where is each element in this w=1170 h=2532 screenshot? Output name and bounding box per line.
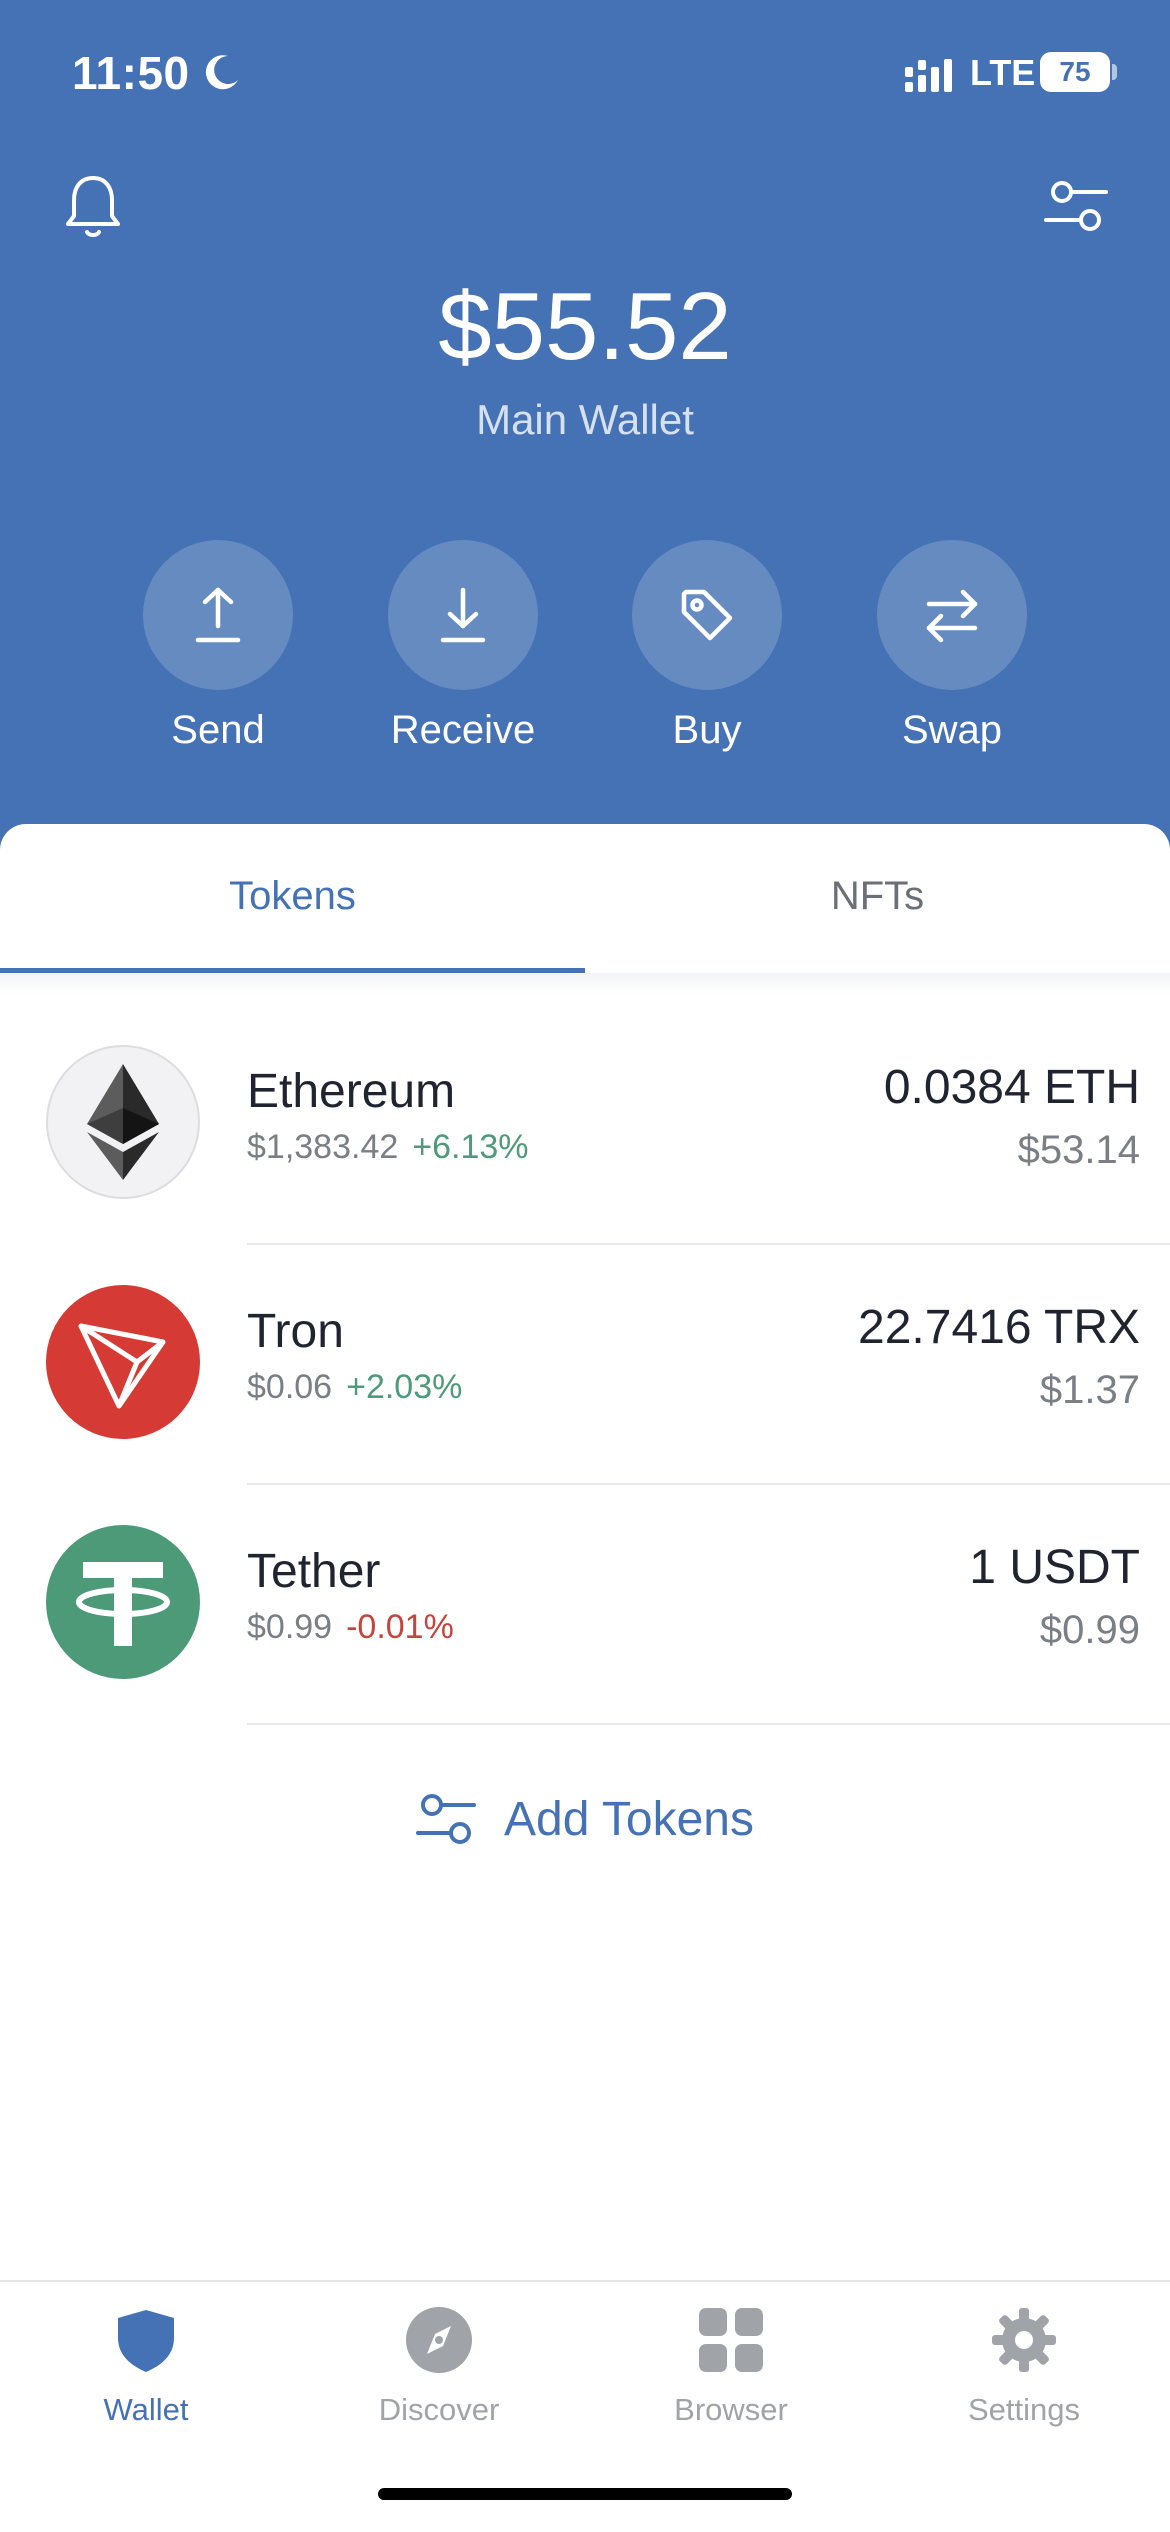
tether-icon [46,1525,200,1679]
row-divider [247,1723,1170,1725]
token-row-tether[interactable]: Tether $0.99 -0.01% 1 USDT $0.99 [0,1484,1170,1725]
token-price-line: $1,383.42 +6.13% [247,1128,529,1167]
tab-nfts[interactable]: NFTs [585,874,1170,919]
token-row-tron[interactable]: Tron $0.06 +2.03% 22.7416 TRX $1.37 [0,1244,1170,1485]
bell-icon[interactable] [60,170,126,242]
token-value: $0.99 [1039,1608,1140,1652]
token-row-ethereum[interactable]: Ethereum $1,383.42 +6.13% 0.0384 ETH $53.… [0,1004,1170,1245]
swap-label: Swap [901,708,1003,752]
token-price-line: $0.99 -0.01% [247,1608,454,1647]
wallet-balance: $55.52 [438,273,732,380]
send-circle[interactable] [143,540,293,690]
gear-icon [992,2308,1056,2372]
token-amount: 0.0384 ETH [883,1061,1140,1114]
tab-bar: Tokens NFTs [0,824,1170,995]
compass-icon [406,2307,472,2373]
swap-circle[interactable] [877,540,1027,690]
grid-icon [699,2308,763,2372]
swap-arrows-icon [926,589,978,643]
tab-tokens[interactable]: Tokens [0,874,585,919]
token-amount: 1 USDT [969,1541,1140,1594]
tab-shadow [0,973,1170,995]
token-change: +2.03% [346,1368,463,1406]
receive-button[interactable]: Receive [353,540,573,753]
token-value: $53.14 [1017,1128,1140,1172]
receive-circle[interactable] [388,540,538,690]
shield-icon [118,2310,174,2372]
add-tokens-label: Add Tokens [504,1792,754,1846]
upload-arrow-icon [195,587,241,643]
nav-label: Browser [674,2392,788,2427]
network-label: LTE [970,52,1036,93]
buy-circle[interactable] [632,540,782,690]
token-value: $1.37 [1039,1368,1140,1412]
download-arrow-icon [440,587,486,643]
content-sheet: Tokens NFTs Ethereum $1,383.42 +6.13% 0.0… [0,824,1170,2284]
swap-button[interactable]: Swap [842,540,1062,753]
add-tokens-button[interactable]: Add Tokens [412,1779,754,1859]
token-change: +6.13% [412,1128,529,1166]
tron-icon [46,1285,200,1439]
signal-icon [905,59,952,92]
wallet-name[interactable]: Main Wallet [0,396,1170,444]
nav-label: Wallet [103,2392,189,2427]
nav-label: Settings [967,2392,1080,2427]
moon-icon [205,55,238,90]
ethereum-icon [46,1045,200,1199]
token-amount: 22.7416 TRX [858,1301,1140,1354]
nav-wallet[interactable]: Wallet [0,2304,292,2428]
status-time: 11:50 [72,47,190,99]
send-button[interactable]: Send [108,540,328,753]
token-change: -0.01% [346,1608,454,1646]
buy-label: Buy [672,708,742,752]
home-indicator [378,2488,792,2500]
battery-indicator: 75 [1040,52,1110,92]
token-price-line: $0.06 +2.03% [247,1368,462,1407]
token-price: $0.06 [247,1368,333,1406]
tag-icon [681,589,733,641]
nav-settings[interactable]: Settings [878,2304,1170,2428]
nav-label: Discover [378,2392,500,2427]
token-name: Tron [247,1305,344,1358]
buy-button[interactable]: Buy [597,540,817,753]
nav-browser[interactable]: Browser [585,2304,877,2428]
filter-sliders-icon [416,1794,476,1844]
action-row: Send Receive Buy Swap [0,540,1170,770]
token-price: $0.99 [247,1608,333,1646]
send-label: Send [171,708,265,752]
token-name: Tether [247,1545,381,1598]
battery-nub [1112,64,1117,80]
nav-discover[interactable]: Discover [293,2304,585,2428]
token-name: Ethereum [247,1065,456,1118]
receive-label: Receive [390,708,536,752]
token-price: $1,383.42 [247,1128,399,1166]
wallet-header: 11:50 LTE 75 $55.52 Main Wallet Send Rec… [0,0,1170,860]
filter-sliders-icon[interactable] [1040,170,1112,242]
